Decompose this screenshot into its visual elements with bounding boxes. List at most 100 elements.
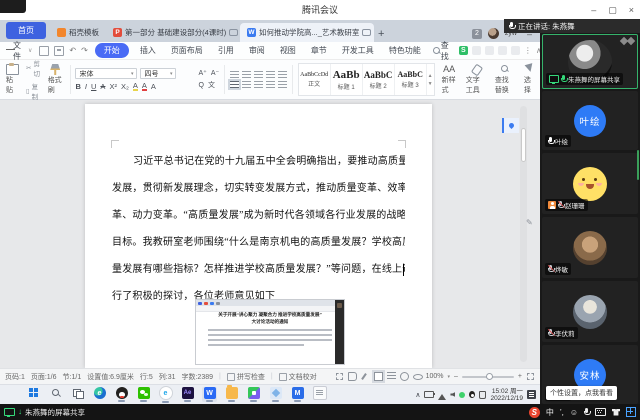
taskbar-notes-app[interactable] — [312, 386, 327, 403]
plugin-icon[interactable] — [498, 46, 507, 55]
document-text[interactable]: 习近平总书记在党的十九届五中全会明确指出，要推动高质量 发展，贯彻新发展理念，切… — [112, 148, 405, 310]
spell-check-button[interactable]: 拼写检查 — [227, 372, 265, 382]
volume-icon[interactable] — [450, 392, 455, 397]
text-tool-button[interactable]: 文字工具 — [464, 63, 488, 96]
tray-expand-icon[interactable]: ∧ — [415, 391, 420, 399]
document-page[interactable]: 习近平总书记在党的十九届五中全会明确指出，要推动高质量 发展，贯彻新发展理念，切… — [85, 104, 432, 368]
numbered-list-icon[interactable] — [242, 71, 251, 78]
ribbon-tab-developer[interactable]: 开发工具 — [338, 43, 378, 58]
ime-lang-toggle[interactable]: 中 — [546, 407, 554, 418]
plugin-s-icon[interactable]: S — [459, 46, 468, 55]
fullscreen-view-icon[interactable] — [335, 372, 344, 381]
font-name-combo[interactable]: 宋体▾ — [75, 68, 137, 79]
read-layout-icon[interactable] — [348, 372, 357, 381]
format-painter-button[interactable]: 格式刷 — [46, 63, 65, 96]
style-heading1[interactable]: AaBb 标题 1 — [331, 64, 363, 95]
font-color-button[interactable]: A — [142, 82, 147, 91]
italic-button[interactable]: I — [85, 82, 87, 91]
taskbar-file-explorer[interactable] — [224, 387, 239, 402]
undo-icon[interactable]: ↶ — [69, 46, 76, 55]
start-button[interactable] — [26, 387, 41, 402]
select-button[interactable]: 选择 — [522, 63, 536, 96]
grow-font-button[interactable]: A⁺ — [198, 69, 206, 77]
copy-button[interactable]: ▯ 复制 — [26, 81, 41, 101]
taskbar-after-effects[interactable]: Ae — [180, 387, 195, 402]
shrink-font-button[interactable]: A⁻ — [211, 69, 219, 77]
fit-page-icon[interactable] — [526, 372, 535, 381]
ime-tooltip[interactable]: 个性设置，点我看看 — [546, 386, 617, 400]
text-convert-button[interactable]: 文 — [208, 80, 215, 90]
battery-icon[interactable] — [424, 391, 434, 398]
subscript-button[interactable]: X₂ — [121, 82, 129, 91]
task-view-button[interactable] — [70, 387, 85, 402]
ime-toolbox-icon[interactable] — [626, 407, 636, 417]
write-mode-icon[interactable] — [361, 372, 370, 381]
document-scroll-thumb[interactable] — [521, 128, 526, 162]
message-count-badge[interactable]: 2 — [472, 29, 482, 39]
plugin-icon[interactable] — [485, 46, 494, 55]
more-icon[interactable]: ⋮ — [524, 46, 532, 55]
style-heading3[interactable]: AaBbC 标题 3 — [395, 64, 427, 95]
notification-center-icon[interactable] — [527, 390, 536, 399]
ribbon-tab-layout[interactable]: 页面布局 — [167, 43, 207, 58]
underline-button[interactable]: U — [91, 82, 96, 91]
taskbar-qq[interactable] — [114, 387, 129, 402]
bookmark-pin-button[interactable] — [502, 118, 519, 133]
align-center-icon[interactable] — [242, 81, 251, 88]
home-tab-button[interactable]: 首页 — [6, 22, 46, 39]
pinyin-guide-button[interactable]: Q — [198, 82, 203, 89]
zoom-out-button[interactable]: – — [454, 373, 458, 380]
participant-tile[interactable]: 烨敏 — [542, 217, 638, 278]
ribbon-tab-review[interactable]: 审阅 — [245, 43, 269, 58]
zoom-slider[interactable] — [462, 376, 514, 378]
participant-tile-sharer[interactable]: 朱燕舞的屏幕共享 — [542, 34, 638, 89]
find-replace-button[interactable]: 查找替换 — [493, 63, 517, 96]
usb-tray-icon[interactable] — [479, 391, 486, 399]
clock[interactable]: 15:02 周一 2022/12/19 — [490, 388, 523, 402]
save-icon[interactable] — [39, 46, 49, 56]
line-spacing-icon[interactable] — [278, 81, 287, 88]
ime-keyboard-icon[interactable] — [595, 408, 606, 416]
restore-button[interactable]: ▢ — [608, 5, 617, 16]
redo-icon[interactable]: ↷ — [81, 46, 88, 55]
plugin-icon[interactable] — [472, 46, 481, 55]
align-right-icon[interactable] — [254, 81, 263, 88]
zoom-knob[interactable] — [486, 373, 493, 380]
cut-button[interactable]: ✂ 剪切 — [26, 58, 41, 78]
embedded-screenshot-image[interactable]: 关于开展“讲心聚力 凝聚合力 推进学校高质量发展” 大讨论活动的通知 — [195, 299, 345, 365]
style-heading2[interactable]: AaBbC 标题 2 — [363, 64, 395, 95]
ribbon-tab-features[interactable]: 特色功能 — [385, 43, 425, 58]
tab-docer-templates[interactable]: 稻壳模板 — [50, 23, 106, 42]
ribbon-tab-section[interactable]: 章节 — [307, 43, 331, 58]
minimize-button[interactable]: – — [591, 5, 596, 15]
sogou-logo-icon[interactable]: S — [529, 407, 540, 418]
account-avatar[interactable] — [488, 28, 499, 39]
outline-view-icon[interactable] — [387, 372, 396, 381]
qq-tray-icon[interactable] — [469, 391, 475, 398]
doc-proof-button[interactable]: 文档校对 — [279, 372, 317, 382]
taskbar-forms-app[interactable] — [246, 387, 261, 402]
align-left-icon[interactable] — [230, 81, 239, 88]
page-view-icon[interactable] — [374, 372, 383, 381]
bullet-list-icon[interactable] — [230, 71, 239, 78]
gallery-scroll-arrows[interactable]: ▲▼ — [427, 64, 434, 95]
print-icon[interactable] — [54, 46, 64, 56]
paste-button[interactable]: 粘贴 — [4, 63, 21, 96]
taskbar-search[interactable] — [48, 387, 63, 402]
zoom-percent[interactable]: 100% — [426, 373, 444, 380]
outdent-icon[interactable] — [254, 71, 263, 78]
ribbon-tab-insert[interactable]: 插入 — [136, 43, 160, 58]
ime-voice-icon[interactable] — [584, 408, 589, 416]
indent-icon[interactable] — [266, 71, 275, 78]
status-word-count[interactable]: 字数:2389 — [181, 372, 213, 382]
ime-skin-icon[interactable] — [612, 409, 620, 416]
char-shading-button[interactable]: A — [151, 82, 156, 91]
justify-icon[interactable] — [266, 81, 275, 88]
zoom-in-button[interactable]: + — [518, 373, 522, 380]
taskbar-ie[interactable]: e — [158, 386, 173, 403]
eye-protect-icon[interactable] — [413, 372, 422, 381]
highlight-button[interactable]: A — [133, 82, 138, 91]
participant-tile[interactable]: 李伏莉 — [542, 281, 638, 342]
ime-emoji-icon[interactable]: ☺ — [570, 408, 578, 417]
ribbon-tab-references[interactable]: 引用 — [214, 43, 238, 58]
